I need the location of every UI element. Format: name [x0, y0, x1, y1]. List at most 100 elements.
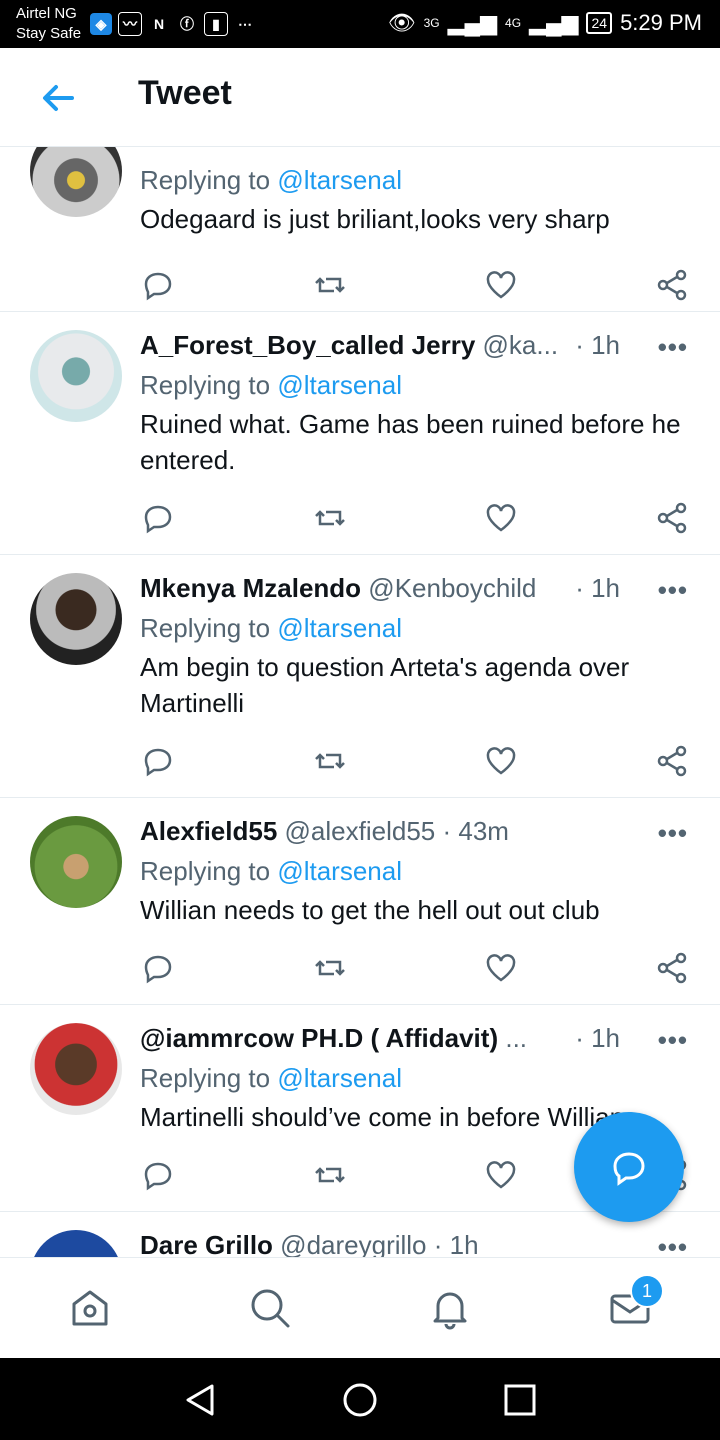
- search-icon[interactable]: [248, 1286, 292, 1330]
- page-title: Tweet: [138, 74, 232, 112]
- mention-link[interactable]: @ltarsenal: [277, 1063, 402, 1093]
- facebook-icon: ⓕ: [180, 16, 194, 32]
- tweet-time: · 1h: [575, 573, 620, 603]
- author-handle: @dareygrillo: [280, 1230, 427, 1257]
- author-name: Alexfield55: [140, 816, 278, 846]
- reply-icon[interactable]: [140, 950, 176, 986]
- mic-icon: ▮: [204, 12, 228, 36]
- status-bar: Airtel NG Stay Safe ◈ 〰 N ⓕ ▮ ⋯ 👁 3G ▂▄▆…: [0, 0, 720, 48]
- shield-icon: ◈: [90, 13, 112, 35]
- more-notifications-icon: ⋯: [238, 15, 252, 32]
- reply-icon[interactable]: [140, 1157, 176, 1193]
- signal-icon-2: ▂▄▆: [529, 10, 579, 35]
- author-handle: @Kenboychild: [368, 573, 537, 603]
- retweet-icon[interactable]: [312, 743, 348, 779]
- like-icon[interactable]: [483, 1157, 519, 1193]
- more-options-icon[interactable]: •••: [658, 1025, 688, 1056]
- tweet-item[interactable]: Replying to @ltarsenal Odegaard is just …: [0, 147, 720, 312]
- status-right: 👁 3G ▂▄▆ 4G ▂▄▆ 24 5:29 PM: [388, 10, 702, 36]
- retweet-icon[interactable]: [312, 500, 348, 536]
- notifications-bell-icon[interactable]: [428, 1286, 472, 1330]
- carrier-sub: Stay Safe: [16, 25, 82, 42]
- share-icon[interactable]: [654, 743, 690, 779]
- replying-to: Replying to @ltarsenal: [140, 1063, 402, 1093]
- tweet-author[interactable]: Alexfield55 @alexfield55 · 43m: [140, 816, 610, 847]
- back-triangle-icon[interactable]: [180, 1380, 220, 1420]
- tweet-time: · 1h: [575, 1023, 620, 1053]
- tweet-time: · 1h: [575, 330, 620, 360]
- author-name: A_Forest_Boy_called Jerry: [140, 330, 476, 360]
- tweet-actions: [0, 500, 720, 540]
- more-options-icon[interactable]: •••: [658, 332, 688, 363]
- reply-icon[interactable]: [140, 500, 176, 536]
- more-options-icon[interactable]: •••: [658, 818, 688, 849]
- mention-link[interactable]: @ltarsenal: [277, 165, 402, 195]
- tweet-author[interactable]: Mkenya Mzalendo @Kenboychild: [140, 573, 610, 604]
- share-icon[interactable]: [654, 500, 690, 536]
- replying-to: Replying to @ltarsenal: [140, 856, 402, 886]
- eye-icon: 👁: [387, 10, 416, 35]
- author-handle: @alexfield55: [284, 816, 436, 846]
- retweet-icon[interactable]: [312, 1157, 348, 1193]
- tweet-item[interactable]: A_Forest_Boy_called Jerry @ka... · 1h ••…: [0, 312, 720, 555]
- tweet-item[interactable]: Mkenya Mzalendo @Kenboychild · 1h ••• Re…: [0, 555, 720, 798]
- system-navigation-bar: [0, 1358, 720, 1440]
- tweet-item[interactable]: Alexfield55 @alexfield55 · 43m ••• Reply…: [0, 798, 720, 1005]
- more-options-icon[interactable]: •••: [658, 1232, 688, 1257]
- tweet-text: Am begin to question Arteta's agenda ove…: [140, 652, 630, 718]
- compose-reply-button[interactable]: [574, 1112, 684, 1222]
- tweet-time: · 43m: [442, 816, 509, 846]
- more-options-icon[interactable]: •••: [658, 575, 688, 606]
- tweet-text: Odegaard is just briliant,looks very sha…: [140, 204, 610, 234]
- replying-to: Replying to @ltarsenal: [140, 165, 402, 195]
- like-icon[interactable]: [483, 267, 519, 303]
- home-icon[interactable]: [68, 1286, 112, 1330]
- retweet-icon[interactable]: [312, 267, 348, 303]
- tweet-actions: [0, 267, 720, 307]
- tweet-text: Willian needs to get the hell out out cl…: [140, 895, 600, 925]
- tweet-author[interactable]: @iammrcow PH.D ( Affidavit) ...: [140, 1023, 530, 1054]
- retweet-icon[interactable]: [312, 950, 348, 986]
- carrier-info: Airtel NG Stay Safe: [16, 4, 81, 44]
- avatar[interactable]: [30, 330, 122, 422]
- carrier-name: Airtel NG: [16, 5, 77, 22]
- avatar[interactable]: [30, 147, 122, 217]
- app-header: Tweet: [0, 48, 720, 147]
- author-handle: ...: [505, 1023, 528, 1053]
- mention-link[interactable]: @ltarsenal: [277, 370, 402, 400]
- back-arrow-icon[interactable]: [38, 78, 78, 118]
- network-4g: 4G: [505, 16, 522, 30]
- network-3g: 3G: [423, 16, 440, 30]
- mention-link[interactable]: @ltarsenal: [277, 613, 402, 643]
- tweet-time: · 1h: [433, 1230, 479, 1257]
- reply-bubble-icon: [613, 1152, 645, 1186]
- avatar[interactable]: [30, 816, 122, 908]
- share-icon[interactable]: [654, 950, 690, 986]
- bottom-navigation: 1: [0, 1257, 720, 1358]
- like-icon[interactable]: [483, 743, 519, 779]
- recents-square-icon[interactable]: [500, 1380, 540, 1420]
- home-circle-icon[interactable]: [340, 1380, 380, 1420]
- notification-icons: ◈ 〰 N ⓕ ▮ ⋯: [90, 12, 256, 36]
- like-icon[interactable]: [483, 500, 519, 536]
- avatar[interactable]: [30, 573, 122, 665]
- replying-to: Replying to @ltarsenal: [140, 613, 402, 643]
- author-name: Mkenya Mzalendo: [140, 573, 362, 603]
- mention-link[interactable]: @ltarsenal: [277, 856, 402, 886]
- like-icon[interactable]: [483, 950, 519, 986]
- tweet-author[interactable]: A_Forest_Boy_called Jerry @ka...: [140, 330, 610, 361]
- tweet-author[interactable]: Dare Grillo @dareygrillo · 1h: [140, 1230, 610, 1257]
- avatar[interactable]: [30, 1023, 122, 1115]
- author-handle: @ka...: [482, 330, 559, 360]
- replying-to: Replying to @ltarsenal: [140, 370, 402, 400]
- tweet-timeline[interactable]: Replying to @ltarsenal Odegaard is just …: [0, 147, 720, 1257]
- messages-badge: 1: [630, 1274, 664, 1308]
- author-name: Dare Grillo: [140, 1230, 273, 1257]
- battery-indicator: 24: [586, 12, 613, 34]
- signal-icon: ▂▄▆: [447, 10, 498, 35]
- reply-icon[interactable]: [140, 743, 176, 779]
- avatar[interactable]: [30, 1230, 122, 1257]
- tweet-actions: [0, 743, 720, 783]
- reply-icon[interactable]: [140, 267, 176, 303]
- share-icon[interactable]: [654, 267, 690, 303]
